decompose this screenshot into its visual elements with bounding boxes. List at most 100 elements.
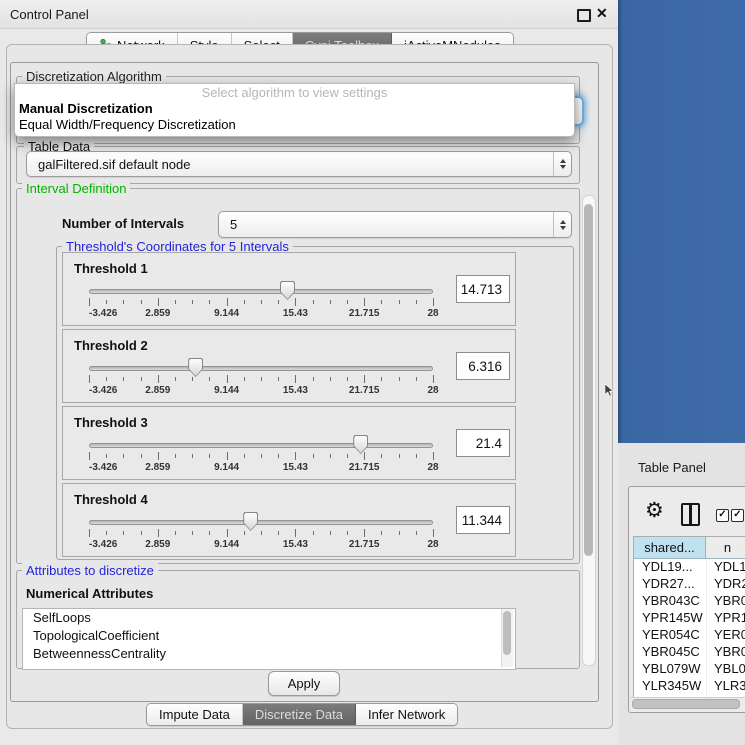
threshold-slider[interactable]: -3.4262.8599.14415.4321.71528 <box>89 356 433 402</box>
slider-track[interactable] <box>89 520 433 525</box>
slider-tick-labels: -3.4262.8599.14415.4321.71528 <box>89 462 433 474</box>
table-row[interactable]: YER054CYER0 <box>634 627 745 644</box>
table-cell: YDL19... <box>634 559 707 576</box>
tick-mark <box>278 300 279 304</box>
threshold-value-field[interactable] <box>456 275 510 303</box>
threshold-block-1: Threshold 1-3.4262.8599.14415.4321.71528 <box>62 252 516 326</box>
tick-mark <box>106 377 107 381</box>
table-row[interactable]: YBR043CYBR0 <box>634 593 745 610</box>
tick-mark <box>141 300 142 304</box>
table-cell: YER0 <box>707 627 745 644</box>
table-row[interactable]: YLR345WYLR3 <box>634 678 745 695</box>
attributes-scrollbar-thumb[interactable] <box>503 611 511 655</box>
numerical-attributes-list[interactable]: SelfLoopsTopologicalCoefficientBetweenne… <box>22 608 516 670</box>
column-header-1[interactable]: shared... <box>634 537 706 558</box>
tick-label: 9.144 <box>214 462 239 473</box>
tick-mark <box>261 377 262 381</box>
float-window-icon[interactable] <box>577 9 591 22</box>
table-row[interactable]: YBL079WYBL0 <box>634 661 745 678</box>
gear-icon[interactable]: ⚙ <box>645 500 664 521</box>
tick-mark <box>261 454 262 458</box>
tick-mark <box>313 300 314 304</box>
table-cell: YBR0 <box>707 593 745 610</box>
tick-mark <box>192 300 193 304</box>
interval-definition-title: Interval Definition <box>22 181 130 196</box>
number-of-intervals-combo[interactable]: 5 <box>218 211 572 238</box>
table-row[interactable]: YPR145WYPR1 <box>634 610 745 627</box>
tick-mark <box>141 531 142 535</box>
table-cell: YLR3 <box>707 678 745 695</box>
bottom-tab-infer-network[interactable]: Infer Network <box>356 704 457 725</box>
tick-mark <box>89 298 90 306</box>
algorithm-option-equal-width-frequency-discretization[interactable]: Equal Width/Frequency Discretization <box>19 117 569 133</box>
table-cell: YBR0 <box>707 644 745 661</box>
column-view-icon[interactable] <box>681 503 700 526</box>
table-row[interactable]: YDL19...YDL1 <box>634 559 745 576</box>
tick-mark <box>209 531 210 535</box>
tick-label: 15.43 <box>283 385 308 396</box>
threshold-label: Threshold 3 <box>74 415 148 430</box>
tick-mark <box>433 298 434 306</box>
tick-mark <box>106 300 107 304</box>
attribute-item-selfloops[interactable]: SelfLoops <box>23 609 515 627</box>
tick-mark <box>175 300 176 304</box>
tick-mark <box>433 375 434 383</box>
threshold-slider[interactable]: -3.4262.8599.14415.4321.71528 <box>89 433 433 479</box>
slider-track[interactable] <box>89 366 433 371</box>
table-cell: YBR043C <box>634 593 707 610</box>
tick-mark <box>106 531 107 535</box>
threshold-slider[interactable]: -3.4262.8599.14415.4321.71528 <box>89 510 433 556</box>
tick-mark <box>278 377 279 381</box>
algorithm-option-manual-discretization[interactable]: Manual Discretization <box>19 101 569 117</box>
tick-mark <box>158 298 159 306</box>
tick-mark <box>209 300 210 304</box>
settings-scrollbar-thumb[interactable] <box>584 204 593 556</box>
table-data-combo[interactable]: galFiltered.sif default node <box>26 151 572 177</box>
combo-stepper-icon[interactable] <box>553 212 571 237</box>
slider-ticks <box>89 375 433 384</box>
bottom-tab-label-discretize-data: Discretize Data <box>255 707 343 722</box>
table-row[interactable]: YBR045CYBR0 <box>634 644 745 661</box>
table-header-row: shared...n <box>634 537 745 559</box>
apply-button[interactable]: Apply <box>268 671 340 696</box>
tick-mark <box>244 300 245 304</box>
tick-mark <box>313 377 314 381</box>
tick-mark <box>347 531 348 535</box>
tick-mark <box>433 452 434 460</box>
tick-label: 21.715 <box>349 462 380 473</box>
tick-label: 9.144 <box>214 539 239 550</box>
tick-mark <box>399 454 400 458</box>
tick-label: 15.43 <box>283 308 308 319</box>
checkbox-checked-icon[interactable]: ✓ <box>731 509 744 522</box>
attribute-item-topologicalcoefficient[interactable]: TopologicalCoefficient <box>23 627 515 645</box>
tick-mark <box>416 300 417 304</box>
slider-track[interactable] <box>89 443 433 448</box>
combo-stepper-icon[interactable] <box>553 152 571 176</box>
panel-title: Control Panel <box>10 7 89 22</box>
attribute-item-betweennesscentrality[interactable]: BetweennessCentrality <box>23 645 515 663</box>
checkbox-checked-icon[interactable]: ✓ <box>716 509 729 522</box>
bottom-tab-impute-data[interactable]: Impute Data <box>147 704 243 725</box>
bottom-tab-discretize-data[interactable]: Discretize Data <box>243 704 356 725</box>
slider-tick-labels: -3.4262.8599.14415.4321.71528 <box>89 308 433 320</box>
attributes-group-title: Attributes to discretize <box>22 563 158 578</box>
threshold-slider[interactable]: -3.4262.8599.14415.4321.71528 <box>89 279 433 325</box>
table-scrollbar-thumb[interactable] <box>632 699 740 709</box>
column-header-2[interactable]: n <box>706 537 745 558</box>
tick-mark <box>175 531 176 535</box>
threshold-value-field[interactable] <box>456 506 510 534</box>
threshold-value-field[interactable] <box>456 429 510 457</box>
close-icon[interactable]: ✕ <box>596 5 608 22</box>
table-row[interactable]: YDR27...YDR2 <box>634 576 745 593</box>
tick-mark <box>295 298 296 306</box>
slider-tick-labels: -3.4262.8599.14415.4321.71528 <box>89 385 433 397</box>
tick-mark <box>381 531 382 535</box>
table-panel-title: Table Panel <box>638 460 706 475</box>
table-cell: YBL079W <box>634 661 707 678</box>
tick-mark <box>295 452 296 460</box>
tick-mark <box>209 454 210 458</box>
slider-track[interactable] <box>89 289 433 294</box>
tick-label: 9.144 <box>214 385 239 396</box>
threshold-value-field[interactable] <box>456 352 510 380</box>
table-cell: YPR145W <box>634 610 707 627</box>
